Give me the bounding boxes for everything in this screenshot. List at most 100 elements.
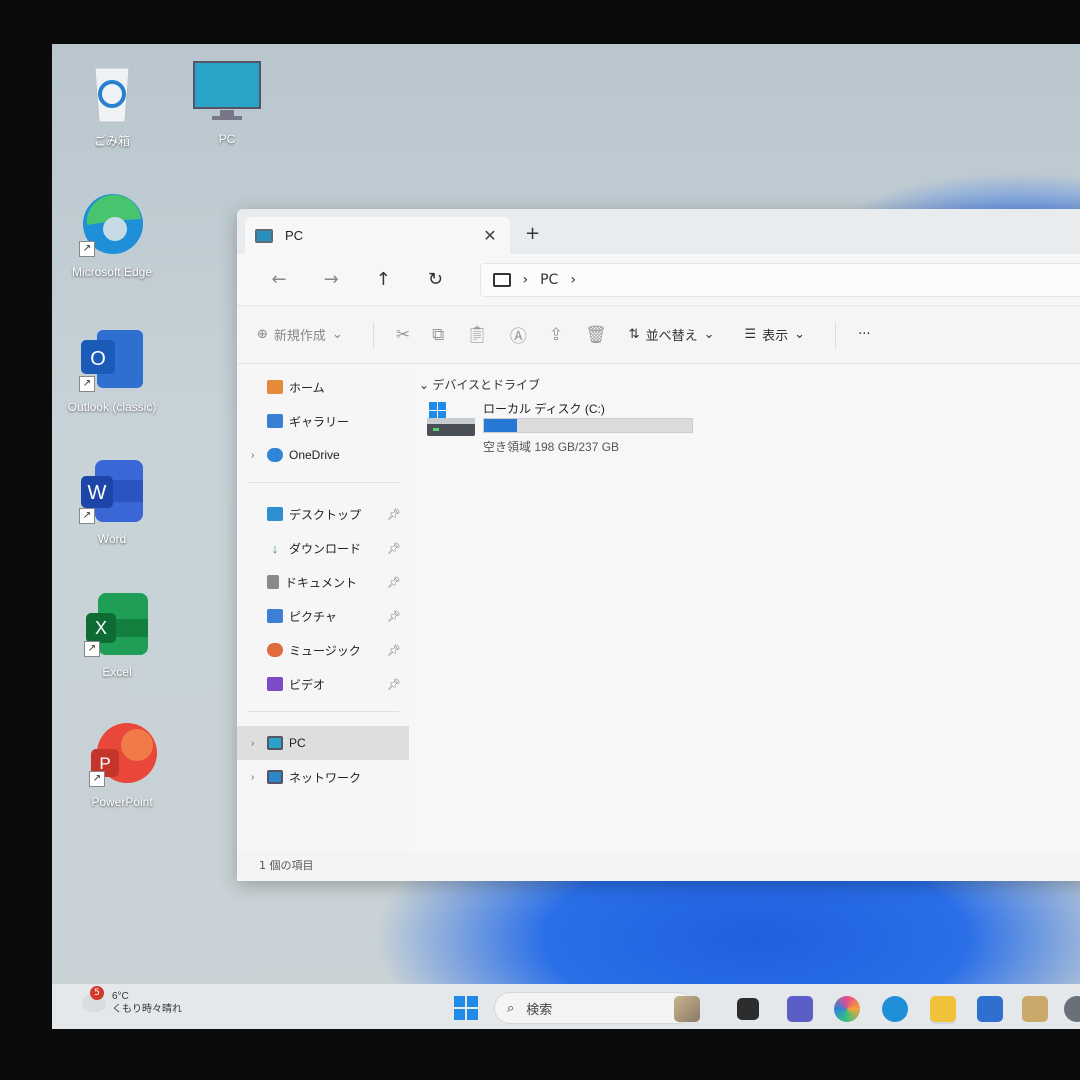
rename-icon[interactable]: Ⓐ xyxy=(510,322,527,347)
shortcut-arrow-icon: ↗ xyxy=(79,376,95,392)
drive-name: ローカル ディスク (C:) xyxy=(483,402,605,416)
desktop-icon-label: PowerPoint xyxy=(91,795,153,809)
desktop-icon-label: Outlook (classic) xyxy=(67,400,157,414)
widgets-icon[interactable] xyxy=(674,996,700,1022)
new-button[interactable]: ⊕ 新規作成 ⌄ xyxy=(257,325,343,344)
weather-temperature: 6°C xyxy=(112,991,129,1002)
drive-item-c[interactable]: ローカル ディスク (C:) 空き領域 198 GB/237 GB xyxy=(427,398,717,458)
refresh-button[interactable]: ↻ xyxy=(409,269,461,290)
svg-text:O: O xyxy=(90,348,106,370)
pin-icon[interactable]: 📌︎ xyxy=(387,508,401,521)
sort-icon: ⇅ xyxy=(628,327,640,342)
sidebar-item-gallery[interactable]: ギャラリー xyxy=(237,404,409,438)
chevron-down-icon: ⌄ xyxy=(794,327,806,342)
cloud-icon xyxy=(267,448,283,462)
network-icon xyxy=(267,770,283,784)
copilot-icon[interactable] xyxy=(834,996,860,1022)
paste-icon[interactable]: 📋︎ xyxy=(466,325,488,345)
command-bar: ⊕ 新規作成 ⌄ ✂ ⧉ 📋︎ Ⓐ ⇪ 🗑︎ ⇅ 並べ替え ⌄ ☰ 表示 ⌄ ·… xyxy=(237,306,1080,364)
edge-icon[interactable] xyxy=(882,996,908,1022)
desktop-icon-word[interactable]: W ↗ Word xyxy=(62,456,162,546)
word-icon: W ↗ xyxy=(77,456,147,526)
delete-icon[interactable]: 🗑︎ xyxy=(585,325,607,345)
sidebar-item-onedrive[interactable]: › OneDrive xyxy=(237,438,409,472)
breadcrumb-pc[interactable]: PC xyxy=(540,272,558,288)
pin-icon[interactable]: 📌︎ xyxy=(387,576,401,589)
sidebar-item-music[interactable]: ミュージック 📌︎ xyxy=(237,633,409,667)
cut-icon[interactable]: ✂ xyxy=(396,325,410,345)
edge-icon: ↗ xyxy=(77,189,147,259)
document-icon xyxy=(267,575,279,589)
sidebar-item-label: ホーム xyxy=(289,380,325,395)
view-button[interactable]: ☰ 表示 ⌄ xyxy=(744,325,805,344)
breadcrumb-chevron[interactable]: › xyxy=(570,272,576,288)
sidebar-item-downloads[interactable]: ↓ ダウンロード 📌︎ xyxy=(237,531,409,565)
desktop-folder-icon xyxy=(267,507,283,521)
desktop-icon-label: Excel xyxy=(102,665,132,679)
more-options-button[interactable]: ··· xyxy=(858,327,870,342)
desktop-icon-outlook[interactable]: O ↗ Outlook (classic) xyxy=(62,324,162,414)
shortcut-arrow-icon: ↗ xyxy=(79,241,95,257)
desktop-icon-powerpoint[interactable]: P ↗ PowerPoint xyxy=(72,719,172,809)
sidebar-item-label: ギャラリー xyxy=(289,414,350,429)
chevron-right-icon: › xyxy=(251,737,255,749)
hard-drive-icon xyxy=(427,402,475,436)
svg-text:W: W xyxy=(88,482,107,504)
shortcut-arrow-icon: ↗ xyxy=(79,508,95,524)
pin-icon[interactable]: 📌︎ xyxy=(387,678,401,691)
new-tab-button[interactable]: + xyxy=(525,223,540,244)
windows-logo-tile xyxy=(467,1009,478,1020)
pin-icon[interactable]: 📌︎ xyxy=(387,610,401,623)
drive-usage-fill xyxy=(484,419,518,432)
sidebar-item-pictures[interactable]: ピクチャ 📌︎ xyxy=(237,599,409,633)
chevron-down-icon: ⌄ xyxy=(419,378,430,392)
forward-button[interactable]: → xyxy=(305,269,357,290)
up-button[interactable]: ↑ xyxy=(357,269,409,290)
plus-circle-icon: ⊕ xyxy=(257,327,268,342)
tab-pc[interactable]: PC ✕ xyxy=(245,217,510,254)
weather-widget[interactable]: 5 6°C くもり時々晴れ xyxy=(82,986,182,1016)
gallery-icon xyxy=(267,414,283,428)
svg-text:X: X xyxy=(95,618,107,638)
taskbar-search-box[interactable]: ⌕ 検索 xyxy=(494,992,694,1024)
file-list: ⌄ デバイスとドライブ ローカル ディスク (C:) 空き領域 198 GB/2… xyxy=(409,364,1080,851)
teams-icon[interactable] xyxy=(787,996,813,1022)
sidebar-item-home[interactable]: ホーム xyxy=(237,370,409,404)
view-list-icon: ☰ xyxy=(744,327,757,342)
pictures-icon xyxy=(267,609,283,623)
monitor-icon xyxy=(255,228,273,243)
sidebar-item-videos[interactable]: ビデオ 📌︎ xyxy=(237,667,409,701)
chevron-right-icon: › xyxy=(251,449,255,461)
file-explorer-icon[interactable] xyxy=(930,996,956,1022)
start-button[interactable] xyxy=(454,996,478,1020)
desktop-icon-recycle-bin[interactable]: ごみ箱 xyxy=(62,56,162,149)
windows-logo-tile xyxy=(454,996,465,1007)
back-button[interactable]: ← xyxy=(253,269,305,290)
explorer-body: ホーム ギャラリー › OneDrive デスクトップ 📌︎ ↓ ダウンロード … xyxy=(237,364,1080,881)
task-view-icon[interactable] xyxy=(737,998,759,1020)
desktop-icon-edge[interactable]: ↗ Microsoft Edge xyxy=(62,189,162,279)
sidebar-item-documents[interactable]: ドキュメント 📌︎ xyxy=(237,565,409,599)
sort-button[interactable]: ⇅ 並べ替え ⌄ xyxy=(629,325,715,344)
share-icon[interactable]: ⇪ xyxy=(549,325,563,345)
desktop-icon-pc[interactable]: PC xyxy=(177,56,277,146)
sidebar-item-network[interactable]: › ネットワーク xyxy=(237,760,409,794)
copy-icon[interactable]: ⧉ xyxy=(432,325,444,345)
sort-label: 並べ替え xyxy=(645,329,698,344)
close-tab-button[interactable]: ✕ xyxy=(480,226,500,245)
desktop-icon-excel[interactable]: X ↗ Excel xyxy=(67,589,167,679)
group-header[interactable]: ⌄ デバイスとドライブ xyxy=(419,376,540,393)
pin-icon[interactable]: 📌︎ xyxy=(387,644,401,657)
settings-icon[interactable] xyxy=(1064,996,1080,1022)
sidebar-item-pc[interactable]: › PC xyxy=(237,726,409,760)
pin-icon[interactable]: 📌︎ xyxy=(387,542,401,555)
address-bar[interactable]: › PC › xyxy=(479,262,1080,297)
sidebar-item-label: PC xyxy=(289,736,306,750)
download-icon: ↓ xyxy=(271,541,279,556)
sidebar-item-label: ドキュメント xyxy=(285,575,358,590)
address-separator: › xyxy=(522,271,529,288)
sidebar-item-desktop[interactable]: デスクトップ 📌︎ xyxy=(237,497,409,531)
music-icon xyxy=(267,643,283,657)
app-icon[interactable] xyxy=(1022,996,1048,1022)
store-icon[interactable] xyxy=(977,996,1003,1022)
